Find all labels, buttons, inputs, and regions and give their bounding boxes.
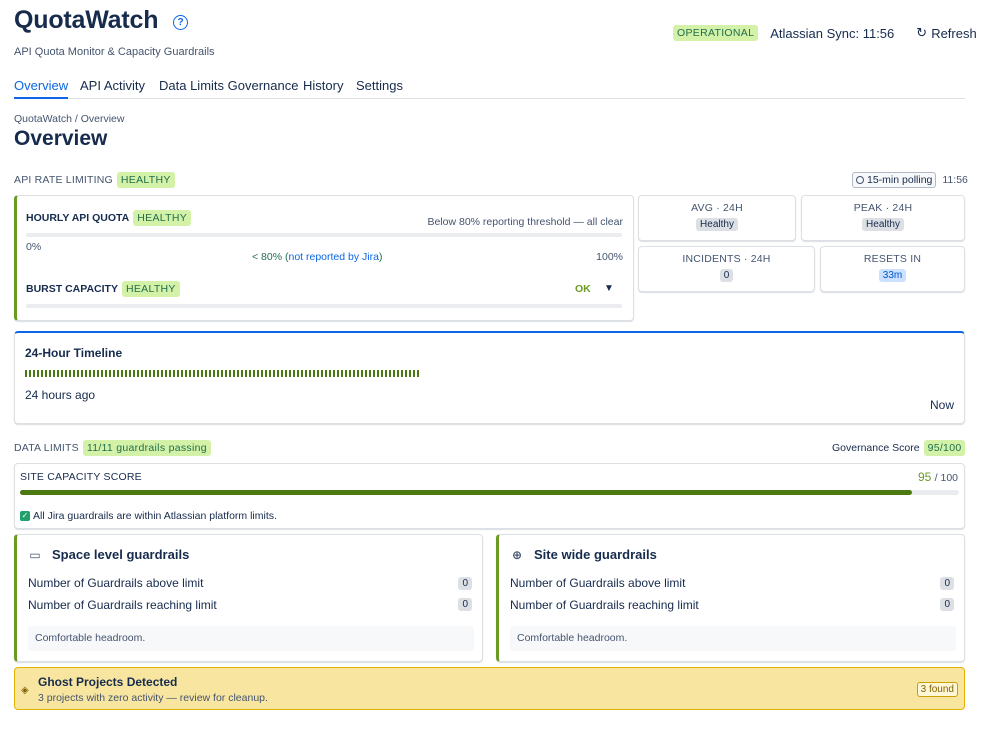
hourly-quota-label: HOURLY API QUOTA (26, 212, 130, 224)
data-limits-header: DATA LIMITS 11/11 guardrails passing (14, 440, 211, 456)
hourly-quota-bar (26, 233, 622, 237)
polling-label: 15-min polling (867, 174, 933, 186)
capacity-note: ✓ All Jira guardrails are within Atlassi… (20, 510, 277, 522)
not-reported-link[interactable]: not reported by Jira (288, 251, 378, 263)
polling-chip: 15-min polling (852, 172, 937, 188)
ghost-icon: ◈ (21, 685, 29, 696)
sync-status: Atlassian Sync: 11:56 (770, 25, 895, 41)
guardrail-note: Comfortable headroom. (510, 626, 956, 651)
ghost-subtitle: 3 projects with zero activity — review f… (38, 692, 268, 704)
tab-settings[interactable]: Settings (356, 78, 403, 99)
capacity-score: 95 / 100 (918, 470, 958, 484)
timeline-ticks (25, 370, 421, 377)
stat-title: RESETS IN (863, 253, 922, 265)
api-rate-limiting-header: API RATE LIMITING HEALTHY (14, 172, 175, 188)
burst-ok-value: OK (575, 283, 591, 295)
governance-value: 95/100 (923, 440, 966, 456)
guardrail-title: ⊕ Site wide guardrails (510, 547, 657, 562)
api-rate-status-badge: HEALTHY (116, 172, 175, 188)
stat-title: PEAK · 24H (853, 202, 913, 214)
stat-peak-24h: PEAK · 24H Healthy (801, 195, 965, 241)
clock-icon (856, 176, 864, 184)
capacity-note-text: All Jira guardrails are within Atlassian… (33, 510, 277, 522)
hourly-quota-note: Below 80% reporting threshold — all clea… (427, 216, 623, 228)
quota-max-label: 100% (596, 251, 623, 263)
guardrail-row-label: Number of Guardrails above limit (510, 576, 686, 590)
refresh-icon: ↻ (916, 25, 928, 40)
stat-resets-in: RESETS IN 33m (820, 246, 965, 292)
threshold-suffix: ) (378, 251, 383, 263)
operational-badge: OPERATIONAL (673, 25, 759, 41)
check-icon: ✓ (20, 511, 30, 521)
governance-score: Governance Score 95/100 (832, 440, 966, 456)
tab-data-limits-governance[interactable]: Data Limits Governance (159, 78, 298, 99)
capacity-score-value: 95 (917, 470, 932, 484)
ghost-count-badge: 3 found (916, 682, 958, 697)
stat-value: Healthy (862, 218, 904, 231)
guardrail-row-label: Number of Guardrails reaching limit (28, 598, 217, 612)
ghost-title: Ghost Projects Detected (38, 675, 178, 689)
main-tabs: Overview API Activity Data Limits Govern… (14, 78, 965, 99)
capacity-score-of: / 100 (934, 472, 958, 484)
stat-value: Healthy (696, 218, 738, 231)
data-limits-label: DATA LIMITS (14, 442, 79, 454)
burst-capacity-header: BURST CAPACITY HEALTHY (26, 281, 180, 297)
polling-time: 11:56 (942, 174, 968, 186)
tab-overview[interactable]: Overview (14, 78, 69, 99)
guardrail-row-value: 0 (458, 577, 472, 590)
stat-title: AVG · 24H (691, 202, 743, 214)
header-status-area: OPERATIONAL Atlassian Sync: 11:56 ↻ Refr… (673, 25, 977, 41)
guardrail-title-text: Space level guardrails (52, 547, 190, 562)
capacity-bar-fill (20, 490, 913, 495)
polling-indicator: 15-min polling 11:56 (852, 172, 968, 188)
page-title: Overview (14, 127, 108, 150)
tab-history[interactable]: History (303, 78, 343, 99)
burst-capacity-label: BURST CAPACITY (26, 283, 118, 295)
guardrail-row-label: Number of Guardrails reaching limit (510, 598, 699, 612)
site-capacity-card: SITE CAPACITY SCORE 95 / 100 ✓ All Jira … (14, 463, 965, 529)
stat-value: 0 (719, 269, 734, 282)
breadcrumb[interactable]: QuotaWatch / Overview (14, 113, 124, 125)
refresh-button[interactable]: ↻ Refresh (916, 25, 976, 41)
refresh-label: Refresh (931, 25, 977, 41)
app-subtitle: API Quota Monitor & Capacity Guardrails (14, 46, 215, 58)
stat-avg-24h: AVG · 24H Healthy (638, 195, 796, 241)
timeline-card: 24-Hour Timeline 24 hours ago Now (14, 331, 965, 424)
guardrail-row-value: 0 (940, 577, 954, 590)
burst-capacity-bar (26, 304, 622, 308)
calendar-icon: ▭ (29, 547, 41, 562)
app-title: QuotaWatch (14, 6, 159, 34)
hourly-quota-header: HOURLY API QUOTA HEALTHY (26, 210, 192, 226)
guardrail-title-text: Site wide guardrails (534, 547, 657, 562)
stat-title: INCIDENTS · 24H (682, 253, 771, 265)
quota-min-label: 0% (26, 241, 42, 253)
stat-incidents-24h: INCIDENTS · 24H 0 (638, 246, 815, 292)
api-rate-limiting-label: API RATE LIMITING (14, 174, 113, 186)
timeline-start-label: 24 hours ago (25, 388, 96, 402)
burst-capacity-status: HEALTHY (121, 281, 180, 297)
guardrail-row-label: Number of Guardrails above limit (28, 576, 204, 590)
space-level-guardrails-card: ▭ Space level guardrails Number of Guard… (14, 534, 483, 662)
guardrail-row-value: 0 (458, 598, 472, 611)
site-wide-guardrails-card: ⊕ Site wide guardrails Number of Guardra… (496, 534, 965, 662)
chevron-down-icon[interactable]: ▼ (604, 283, 614, 294)
governance-label: Governance Score (832, 442, 920, 454)
quota-card: HOURLY API QUOTA HEALTHY Below 80% repor… (14, 195, 634, 321)
tab-api-activity[interactable]: API Activity (80, 78, 145, 99)
guardrail-title: ▭ Space level guardrails (28, 547, 189, 562)
capacity-title: SITE CAPACITY SCORE (20, 471, 142, 483)
stat-value: 33m (878, 269, 907, 282)
guardrails-passing-badge: 11/11 guardrails passing (82, 440, 211, 456)
hourly-quota-status: HEALTHY (133, 210, 192, 226)
ghost-projects-alert[interactable]: ◈ Ghost Projects Detected 3 projects wit… (14, 667, 965, 710)
capacity-bar (20, 490, 959, 495)
timeline-end-label: Now (929, 398, 954, 412)
timeline-title: 24-Hour Timeline (25, 346, 123, 360)
guardrail-note: Comfortable headroom. (28, 626, 474, 651)
quota-threshold: < 80% (not reported by Jira) (252, 251, 382, 263)
globe-icon: ⊕ (511, 547, 523, 562)
question-circle-icon[interactable]: ? (173, 15, 188, 30)
threshold-prefix: < 80% ( (252, 251, 289, 263)
guardrail-row-value: 0 (940, 598, 954, 611)
